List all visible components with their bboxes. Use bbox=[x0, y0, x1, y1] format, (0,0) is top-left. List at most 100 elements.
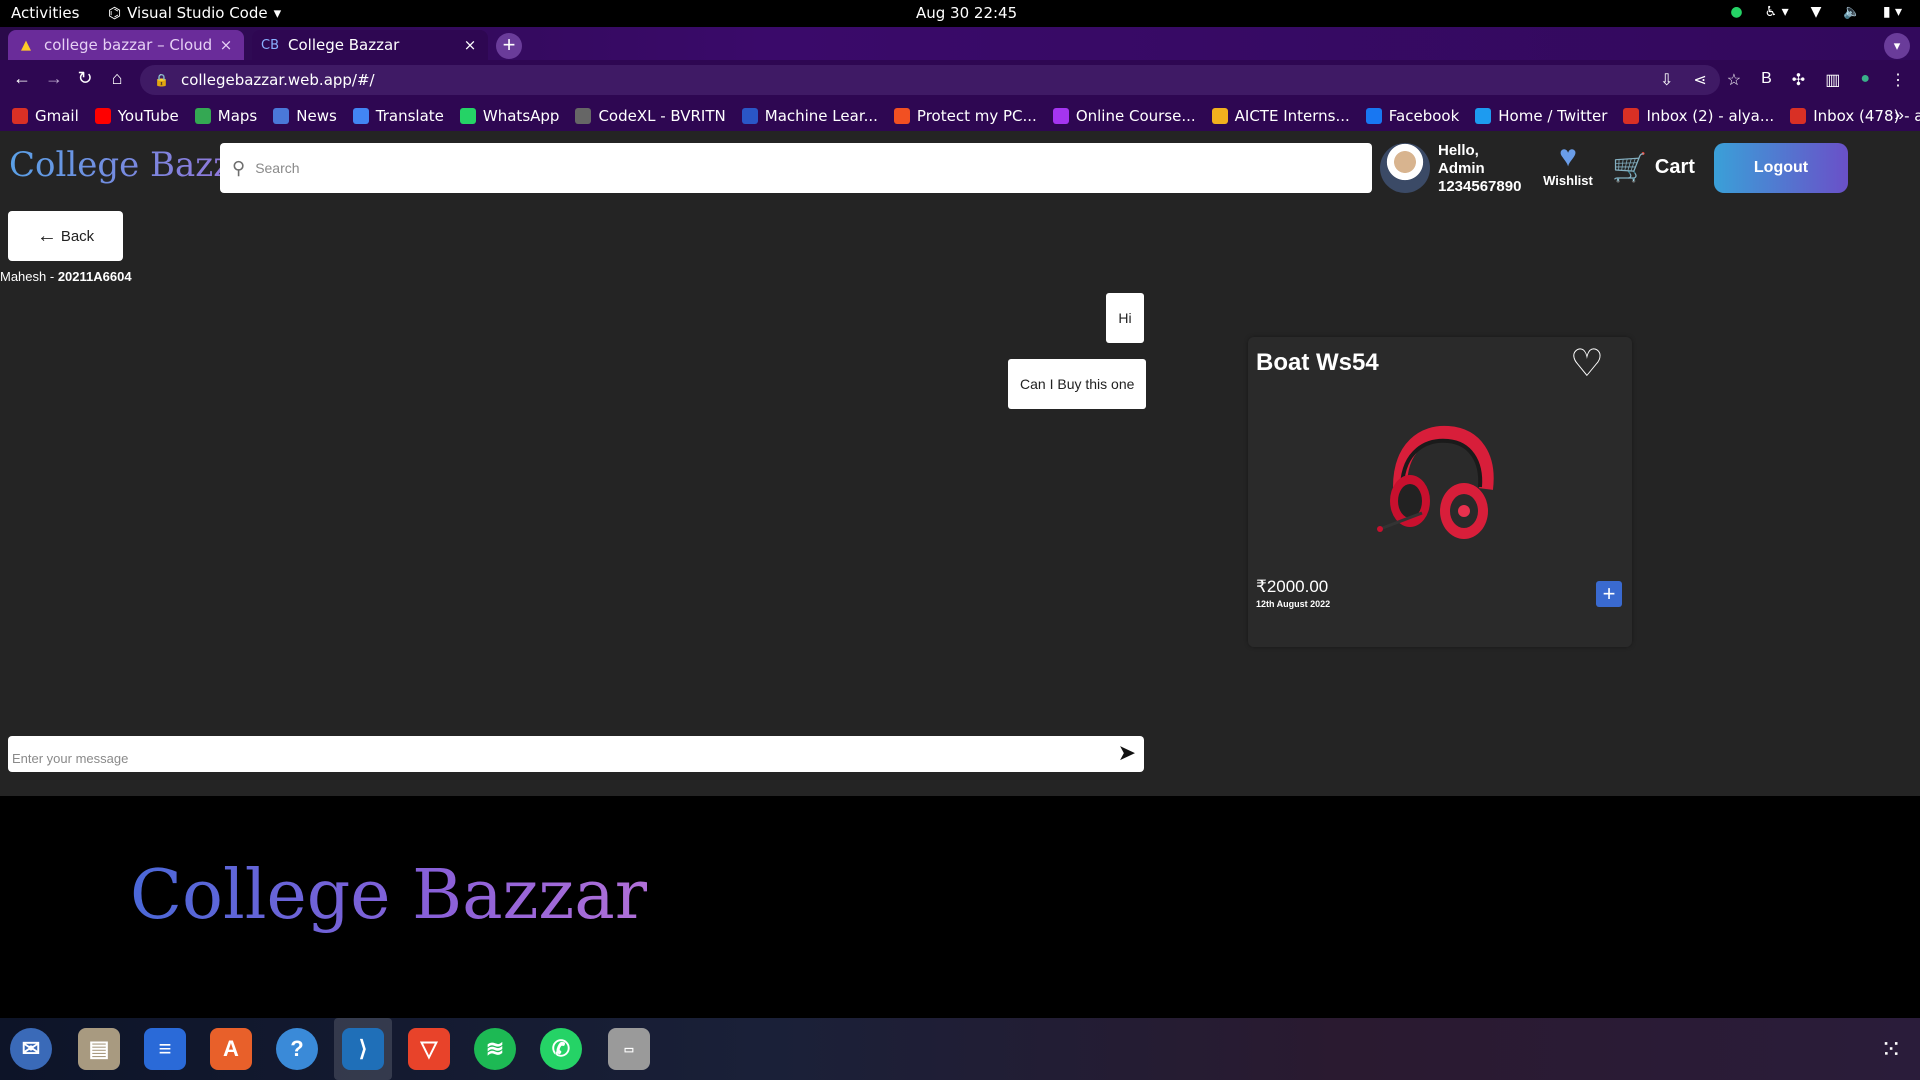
arrow-left-icon: ← bbox=[36, 224, 57, 247]
page-footer: College Bazzar bbox=[0, 796, 1920, 1018]
bookmark-item[interactable]: CodeXL - BVRITN bbox=[575, 107, 726, 125]
bookmark-item[interactable]: WhatsApp bbox=[459, 107, 559, 125]
vscode-icon[interactable]: ⟩ bbox=[342, 1028, 384, 1070]
user-greeting: Hello, Admin 1234567890 bbox=[1438, 142, 1521, 196]
footer-brand-logo: College Bazzar bbox=[130, 856, 648, 935]
logout-button[interactable]: Logout bbox=[1714, 143, 1848, 193]
system-tray[interactable]: ● ♿ ▾ ▼ 🔈 ▮ ▾ bbox=[1730, 4, 1902, 20]
close-icon[interactable]: × bbox=[462, 36, 478, 54]
forward-arrow-icon[interactable]: → bbox=[42, 68, 66, 89]
clock[interactable]: Aug 30 22:45 bbox=[916, 4, 1017, 22]
aicte-icon bbox=[1211, 107, 1228, 124]
bookmark-label: Maps bbox=[217, 106, 258, 125]
bookmark-item[interactable]: Facebook bbox=[1365, 107, 1459, 125]
spotify-icon[interactable]: ≋ bbox=[474, 1028, 516, 1070]
add-to-cart-button[interactable]: + bbox=[1596, 581, 1622, 607]
app-grid-icon[interactable]: ⁙ bbox=[1880, 1036, 1902, 1062]
close-icon[interactable]: × bbox=[218, 36, 234, 54]
bookmark-label: News bbox=[296, 106, 337, 125]
search-bar[interactable]: ⚲ bbox=[220, 143, 1372, 193]
wishlist-label: Wishlist bbox=[1543, 173, 1593, 188]
bookmark-item[interactable]: Home / Twitter bbox=[1475, 107, 1607, 125]
heart-outline-icon[interactable]: ♡ bbox=[1570, 345, 1604, 383]
home-icon[interactable]: ⌂ bbox=[105, 68, 129, 89]
new-tab-button[interactable]: + bbox=[496, 33, 522, 59]
help-icon[interactable]: ? bbox=[276, 1028, 318, 1070]
message-input[interactable] bbox=[12, 750, 1092, 766]
product-card[interactable]: Boat Ws54 ♡ ₹2000.00 12th August 2022 + bbox=[1248, 337, 1632, 647]
wishlist-button[interactable]: ♥ Wishlist bbox=[1542, 141, 1594, 189]
chat-contact: Mahesh - 20211A6604 bbox=[0, 269, 132, 284]
url-text: collegebazzar.web.app/#/ bbox=[180, 71, 375, 89]
message-composer: ➤ bbox=[8, 736, 1144, 772]
tab-college-bazzar[interactable]: CB College Bazzar × bbox=[252, 30, 488, 60]
extensions-puzzle-icon[interactable]: ✣ bbox=[1792, 70, 1805, 90]
kebab-menu-icon[interactable]: ⋮ bbox=[1890, 70, 1906, 90]
back-arrow-icon[interactable]: ← bbox=[10, 68, 34, 89]
bookmark-item[interactable]: Maps bbox=[194, 106, 258, 125]
youtube-icon bbox=[94, 107, 111, 124]
chat-message: Hi bbox=[1106, 293, 1144, 343]
bookmark-label: Protect my PC... bbox=[916, 106, 1037, 125]
writer-icon[interactable]: ≡ bbox=[144, 1028, 186, 1070]
drive-ssd-icon[interactable]: ▭ bbox=[608, 1028, 650, 1070]
bookmark-item[interactable]: Gmail bbox=[12, 107, 79, 125]
bookmark-label: Home / Twitter bbox=[1498, 106, 1608, 125]
send-icon[interactable]: ➤ bbox=[1118, 740, 1136, 766]
bookmark-item[interactable]: AICTE Interns... bbox=[1211, 106, 1350, 125]
os-top-bar: Activities ⌬ Visual Studio Code ▾ Aug 30… bbox=[0, 0, 1920, 27]
bookmark-label: Online Course... bbox=[1075, 106, 1196, 125]
accessibility-icon[interactable]: ♿ ▾ bbox=[1765, 4, 1789, 20]
app-center-icon[interactable]: A bbox=[210, 1028, 252, 1070]
bookmark-item[interactable]: Translate bbox=[352, 107, 444, 125]
bookmark-item[interactable]: Machine Lear... bbox=[741, 106, 878, 125]
side-panel-icon[interactable]: ▥ bbox=[1825, 70, 1840, 90]
whatsapp-icon bbox=[459, 107, 476, 124]
cart-button[interactable]: 🛒 Cart bbox=[1612, 151, 1695, 184]
search-input[interactable] bbox=[255, 160, 1256, 176]
bookmark-item[interactable]: YouTube bbox=[94, 107, 179, 125]
files-icon[interactable]: ▤ bbox=[78, 1028, 120, 1070]
brave-icon[interactable]: ▽ bbox=[408, 1028, 450, 1070]
app-menu[interactable]: ⌬ Visual Studio Code ▾ bbox=[108, 4, 281, 22]
star-icon[interactable]: ☆ bbox=[1727, 70, 1741, 90]
whatsapp-tray-icon[interactable]: ● bbox=[1730, 4, 1742, 20]
bookmark-label: Gmail bbox=[35, 106, 79, 125]
back-label: Back bbox=[60, 227, 95, 245]
user-name: Admin bbox=[1438, 160, 1485, 177]
more-bookmarks-icon[interactable]: » bbox=[1895, 105, 1904, 125]
coursera-icon bbox=[741, 107, 758, 124]
bookmarks-bar: Gmail YouTube Maps News Translate WhatsApp Cod… bbox=[0, 100, 1920, 131]
battery-icon[interactable]: ▮ ▾ bbox=[1883, 4, 1902, 20]
bookmark-label: AICTE Interns... bbox=[1234, 106, 1350, 125]
reload-icon[interactable]: ↻ bbox=[73, 68, 97, 89]
activities-button[interactable]: Activities bbox=[11, 4, 79, 22]
whatsapp-icon[interactable]: ✆ bbox=[540, 1028, 582, 1070]
contact-id: 20211A6604 bbox=[57, 269, 132, 284]
profile-avatar-icon[interactable]: ● bbox=[1860, 70, 1870, 90]
install-icon[interactable]: ⇩ bbox=[1660, 70, 1673, 90]
avatar[interactable] bbox=[1380, 143, 1430, 193]
extension-b-icon[interactable]: B bbox=[1761, 70, 1772, 90]
tab-cloud-firestore[interactable]: ▲ college bazzar – Cloud Fir × bbox=[8, 30, 244, 60]
browser-actions: ⇩ ⋖ ☆ B ✣ ▥ ● ⋮ bbox=[1660, 70, 1906, 90]
bookmark-label: Machine Lear... bbox=[764, 106, 878, 125]
bookmark-item[interactable]: Protect my PC... bbox=[893, 106, 1037, 125]
tab-search-button[interactable]: ▾ bbox=[1884, 33, 1910, 59]
back-button[interactable]: ← Back bbox=[8, 211, 123, 261]
gmail-icon bbox=[12, 107, 28, 124]
tab-label: College Bazzar bbox=[288, 36, 400, 54]
translate-icon bbox=[352, 107, 369, 124]
college-bazzar-icon: CB bbox=[261, 37, 279, 53]
cart-label: Cart bbox=[1654, 156, 1695, 178]
bookmark-item[interactable]: News bbox=[273, 107, 337, 125]
address-bar[interactable]: 🔒 collegebazzar.web.app/#/ bbox=[140, 65, 1720, 95]
lock-icon[interactable]: 🔒 bbox=[154, 73, 169, 87]
bookmark-item[interactable]: Online Course... bbox=[1052, 106, 1196, 125]
share-icon[interactable]: ⋖ bbox=[1693, 70, 1706, 90]
wifi-icon[interactable]: ▼ bbox=[1811, 4, 1822, 20]
thunderbird-icon[interactable]: ✉ bbox=[10, 1028, 52, 1070]
browser-toolbar: ← → ↻ ⌂ 🔒 collegebazzar.web.app/#/ ⇩ ⋖ ☆… bbox=[0, 60, 1920, 100]
bookmark-item[interactable]: Inbox (2) - alya... bbox=[1623, 107, 1774, 125]
volume-icon[interactable]: 🔈 bbox=[1843, 4, 1860, 20]
